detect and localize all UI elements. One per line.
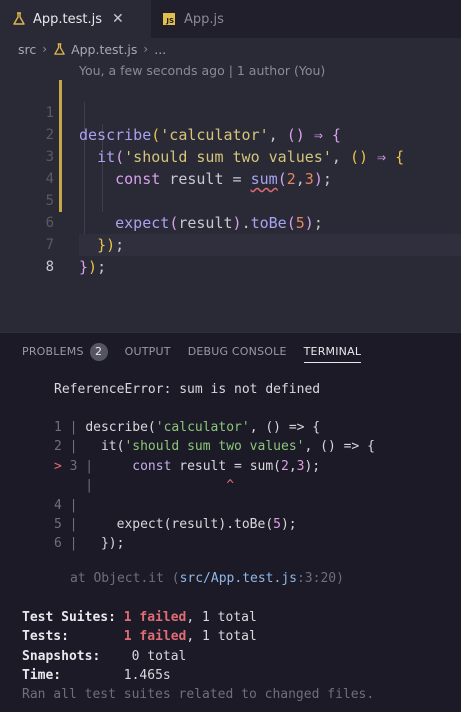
- tab-terminal[interactable]: TERMINAL: [303, 333, 362, 371]
- code-line: 7 });: [0, 212, 461, 276]
- code-line: 2 it('should sum two values', () ⇒ {: [0, 102, 461, 166]
- close-icon[interactable]: ✕: [112, 11, 124, 27]
- tab-app-js[interactable]: JS App.js: [151, 0, 236, 38]
- chevron-right-icon: ›: [42, 42, 48, 56]
- tab-label: TERMINAL: [303, 345, 362, 358]
- editor-tab-bar: App.test.js ✕ JS App.js: [0, 0, 461, 38]
- snippet-line-number: 2: [54, 439, 62, 454]
- code-frame-line: | ^: [54, 478, 235, 493]
- code-line: 3 const result = sum(2,3);: [0, 124, 461, 188]
- error-marker: >: [54, 459, 62, 474]
- error-caret: ^: [226, 478, 235, 493]
- snippet-line-number: 4: [54, 498, 62, 513]
- tab-problems[interactable]: PROBLEMS 2: [22, 333, 108, 371]
- tab-app-test-js[interactable]: App.test.js ✕: [0, 0, 151, 38]
- code-line: 1 describe('calculator', () ⇒ {: [0, 80, 461, 144]
- tab-label: App.test.js: [33, 11, 103, 27]
- code-line: 5 expect(result).toBe(5);: [0, 168, 461, 232]
- breadcrumb-more[interactable]: ...: [154, 42, 166, 57]
- breadcrumb-file[interactable]: App.test.js: [71, 42, 137, 57]
- tab-label: App.js: [184, 11, 224, 27]
- error-message: ReferenceError: sum is not defined: [54, 382, 321, 397]
- chevron-right-icon: ›: [143, 42, 149, 56]
- flask-icon: [54, 42, 65, 55]
- stack-trace-line: at Object.it (src/App.test.js:3:20): [70, 571, 344, 586]
- code-frame-line: 6 | });: [54, 536, 125, 551]
- tab-label: PROBLEMS: [22, 345, 84, 358]
- code-frame-line: 2 | it('should sum two values', () => {: [54, 439, 375, 454]
- tab-label: OUTPUT: [124, 345, 171, 358]
- summary-test-suites: Test Suites: 1 failed, 1 total: [22, 610, 257, 625]
- js-file-icon: JS: [163, 13, 175, 25]
- panel-tab-bar: PROBLEMS 2 OUTPUT DEBUG CONSOLE TERMINAL: [0, 332, 461, 370]
- code-line: 8: [0, 234, 461, 275]
- summary-time: Time: 1.465s: [22, 668, 171, 683]
- summary-snapshots: Snapshots: 0 total: [22, 649, 187, 664]
- tab-debug-console[interactable]: DEBUG CONSOLE: [188, 333, 287, 371]
- summary-tests: Tests: 1 failed, 1 total: [22, 629, 257, 644]
- code-frame-line: > 3 | const result = sum(2,3);: [54, 459, 321, 474]
- flask-icon: [13, 12, 25, 25]
- codelens-author[interactable]: You, a few seconds ago | 1 author (You): [79, 63, 325, 78]
- snippet-line-number: 5: [54, 517, 62, 532]
- problems-count-badge: 2: [89, 342, 108, 361]
- line-number: 8: [45, 259, 54, 275]
- snippet-line-number: 6: [54, 536, 62, 551]
- tab-label: DEBUG CONSOLE: [187, 345, 287, 358]
- terminal-output[interactable]: ReferenceError: sum is not defined 1 | d…: [0, 370, 461, 712]
- breadcrumb-folder[interactable]: src: [18, 42, 36, 57]
- tab-output[interactable]: OUTPUT: [125, 333, 171, 371]
- breadcrumb: src › App.test.js › ...: [0, 38, 461, 60]
- code-line: 6 });: [0, 190, 461, 254]
- code-frame-line: 1 | describe('calculator', () => {: [54, 420, 321, 435]
- code-line: 4: [0, 146, 461, 187]
- code-frame-line: 4 |: [54, 498, 78, 513]
- code-editor[interactable]: You, a few seconds ago | 1 author (You) …: [0, 60, 461, 332]
- code-frame-line: 5 | expect(result).toBe(5);: [54, 517, 297, 532]
- summary-footer: Ran all test suites related to changed f…: [22, 687, 375, 702]
- snippet-line-number: 1: [54, 420, 62, 435]
- stack-trace-file-link[interactable]: src/App.test.js: [180, 571, 297, 586]
